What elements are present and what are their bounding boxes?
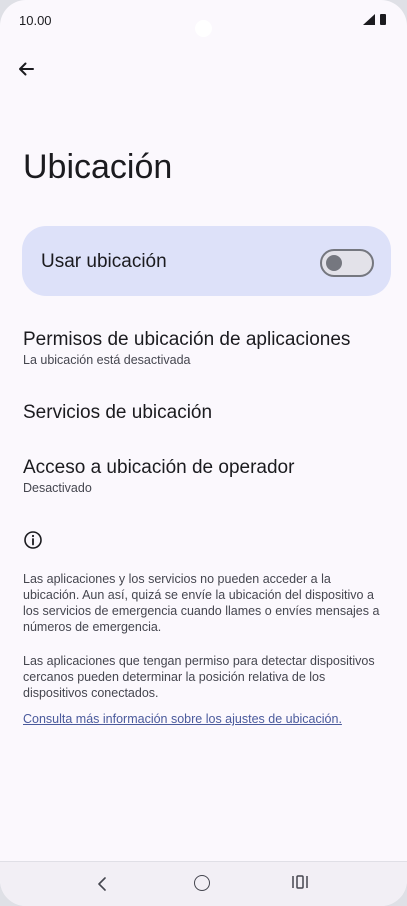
use-location-toggle[interactable]	[320, 249, 374, 277]
pref-summary: Desactivado	[23, 481, 92, 495]
footer-paragraph-nearby-devices: Las aplicaciones que tengan permiso para…	[23, 654, 375, 700]
pref-title: Permisos de ubicación de aplicaciones	[23, 329, 351, 350]
pref-summary: La ubicación está desactivada	[23, 353, 191, 367]
nav-back-icon[interactable]	[94, 872, 110, 896]
pref-title: Servicios de ubicación	[23, 402, 213, 423]
nav-recents-icon[interactable]	[290, 874, 310, 890]
status-time: 10.00	[19, 13, 52, 28]
battery-icon	[380, 14, 386, 25]
page-title: Ubicación	[23, 148, 173, 186]
navigation-bar	[0, 861, 407, 906]
toggle-thumb	[326, 255, 342, 271]
info-icon	[24, 531, 42, 549]
signal-icon	[363, 14, 375, 25]
pref-carrier-location-access[interactable]: Acceso a ubicación de operador Desactiva…	[23, 456, 383, 496]
status-icons	[363, 14, 386, 25]
back-button[interactable]	[12, 55, 40, 83]
location-settings-help-link[interactable]: Consulta más información sobre los ajust…	[23, 711, 342, 727]
pref-location-services[interactable]: Servicios de ubicación	[23, 401, 383, 425]
status-bar: 10.00	[0, 0, 407, 40]
pref-title: Acceso a ubicación de operador	[23, 457, 295, 478]
footer-paragraph-emergency: Las aplicaciones y los servicios no pued…	[23, 572, 380, 634]
pref-app-location-permissions[interactable]: Permisos de ubicación de aplicaciones La…	[23, 328, 383, 368]
nav-home-icon[interactable]	[194, 875, 210, 891]
settings-screen: 10.00 Ubicación Usar ubicación Permisos …	[0, 0, 407, 906]
use-location-switch-row[interactable]: Usar ubicación	[22, 226, 391, 296]
use-location-label: Usar ubicación	[41, 251, 167, 272]
camera-cutout	[195, 20, 212, 37]
arrow-left-icon	[19, 62, 34, 76]
